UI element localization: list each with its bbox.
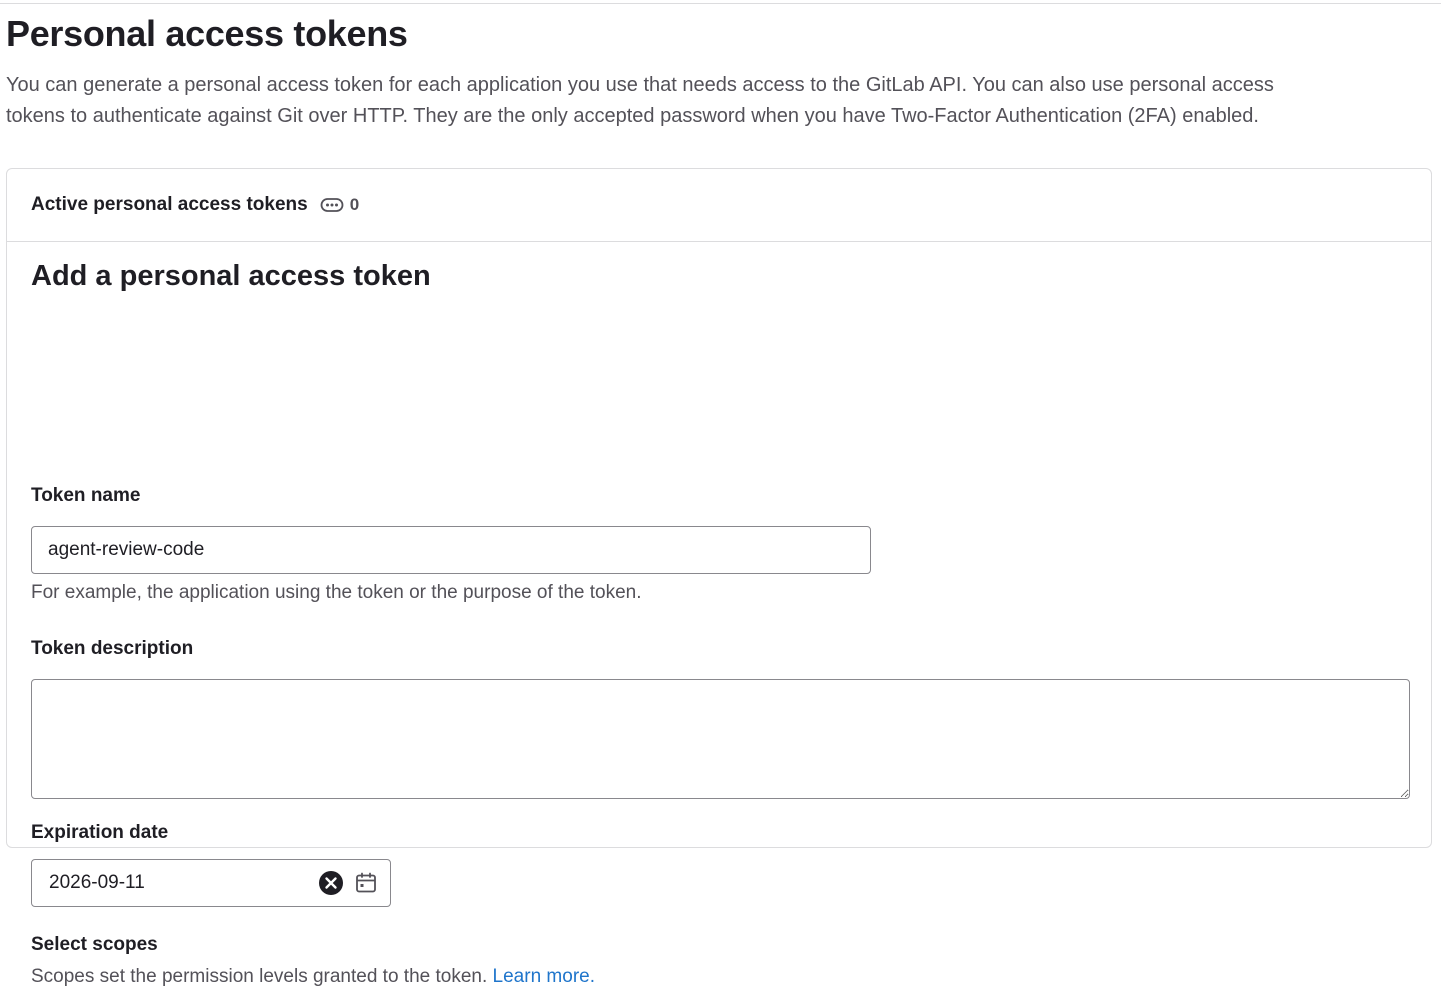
active-tokens-title: Active personal access tokens — [31, 194, 308, 215]
token-name-help: For example, the application using the t… — [31, 582, 642, 603]
token-description-label: Token description — [31, 638, 194, 659]
expiration-date-value[interactable]: 2026-09-11 — [32, 872, 318, 894]
token-icon — [320, 198, 344, 212]
expiration-date-picker[interactable]: 2026-09-11 — [31, 859, 391, 907]
clear-icon[interactable] — [318, 870, 344, 896]
top-divider — [0, 3, 1441, 4]
select-scopes-help-text: Scopes set the permission levels granted… — [31, 966, 488, 987]
token-name-input[interactable] — [31, 526, 871, 574]
active-tokens-count-badge: 0 — [320, 195, 359, 215]
active-tokens-count: 0 — [349, 195, 360, 214]
active-tokens-header: Active personal access tokens 0 — [7, 169, 1431, 242]
learn-more-link[interactable]: Learn more. — [493, 966, 595, 987]
add-token-heading: Add a personal access token — [31, 260, 431, 292]
intro-line-2: tokens to authenticate against Git over … — [6, 105, 1259, 127]
intro-line-1: You can generate a personal access token… — [6, 74, 1274, 96]
calendar-icon[interactable] — [354, 871, 378, 895]
expiration-date-label: Expiration date — [31, 822, 169, 843]
token-name-label: Token name — [31, 485, 141, 506]
page-intro: You can generate a personal access token… — [6, 70, 1434, 132]
select-scopes-help: Scopes set the permission levels granted… — [31, 966, 595, 988]
select-scopes-label: Select scopes — [31, 934, 158, 955]
tokens-card: Active personal access tokens 0 Add a pe… — [6, 168, 1432, 987]
page-title: Personal access tokens — [6, 13, 408, 54]
token-description-textarea[interactable] — [31, 679, 1410, 799]
